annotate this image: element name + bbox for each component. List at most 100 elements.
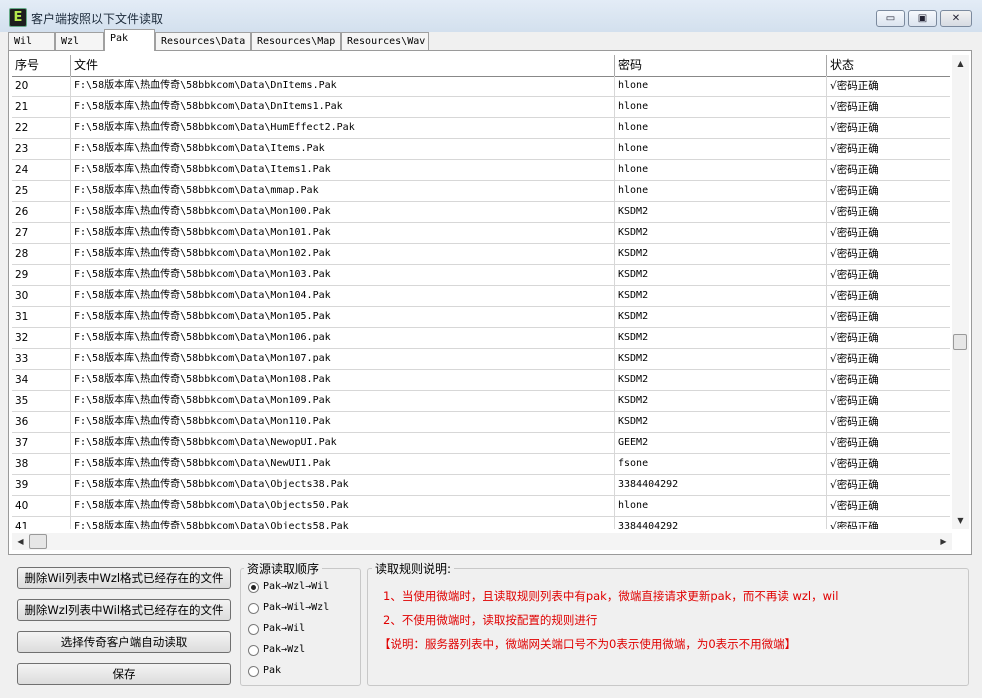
auto-read-client-button[interactable]: 选择传奇客户端自动读取 <box>17 631 231 653</box>
table-row[interactable]: 26 F:\58版本库\热血传奇\58bbkcom\Data\Mon100.Pak… <box>12 202 950 223</box>
cell-status: √密码正确 <box>830 143 879 155</box>
table-row[interactable]: 24 F:\58版本库\热血传奇\58bbkcom\Data\Items1.Pak… <box>12 160 950 181</box>
radio-circle-icon[interactable] <box>248 645 259 656</box>
table-row[interactable]: 21 F:\58版本库\热血传奇\58bbkcom\Data\DnItems1.P… <box>12 97 950 118</box>
cell-password: hlone <box>615 160 827 180</box>
table-row[interactable]: 37 F:\58版本库\热血传奇\58bbkcom\Data\NewopUI.Pa… <box>12 433 950 454</box>
table-row[interactable]: 32 F:\58版本库\热血传奇\58bbkcom\Data\Mon106.pak… <box>12 328 950 349</box>
table-row[interactable]: 27 F:\58版本库\热血传奇\58bbkcom\Data\Mon101.Pak… <box>12 223 950 244</box>
table-row[interactable]: 34 F:\58版本库\热血传奇\58bbkcom\Data\Mon108.Pak… <box>12 370 950 391</box>
tab-resources-map[interactable]: Resources\Map <box>251 32 341 50</box>
table-row[interactable]: 22 F:\58版本库\热血传奇\58bbkcom\Data\HumEffect2… <box>12 118 950 139</box>
cell-file: F:\58版本库\热血传奇\58bbkcom\Data\Mon104.Pak <box>71 286 615 306</box>
radio-circle-icon[interactable] <box>248 582 259 593</box>
cell-index: 20 <box>12 76 71 96</box>
cell-index: 35 <box>12 391 71 411</box>
cell-password: hlone <box>615 181 827 201</box>
cell-status: √密码正确 <box>830 374 879 386</box>
minimize-button[interactable]: ▭ <box>876 10 905 27</box>
horizontal-scroll-thumb[interactable] <box>29 534 47 549</box>
cell-status: √密码正确 <box>830 122 879 134</box>
cell-password: KSDM2 <box>615 202 827 222</box>
tab-resources-wav[interactable]: Resources\Wav <box>341 32 429 50</box>
cell-file: F:\58版本库\热血传奇\58bbkcom\Data\Items.Pak <box>71 139 615 159</box>
cell-status: √密码正确 <box>830 269 879 281</box>
scroll-down-icon[interactable]: ▼ <box>952 512 969 529</box>
cell-status: √密码正确 <box>830 227 879 239</box>
radio-circle-icon[interactable] <box>248 624 259 635</box>
col-header-status[interactable]: 状态 <box>827 55 950 76</box>
table-row[interactable]: 35 F:\58版本库\热血传奇\58bbkcom\Data\Mon109.Pak… <box>12 391 950 412</box>
cell-file: F:\58版本库\热血传奇\58bbkcom\Data\HumEffect2.P… <box>71 118 615 138</box>
tab-resources-data[interactable]: Resources\Data <box>155 32 251 50</box>
table-row[interactable]: 30 F:\58版本库\热血传奇\58bbkcom\Data\Mon104.Pak… <box>12 286 950 307</box>
vertical-scroll-thumb[interactable] <box>953 334 967 350</box>
rule-line-2: 2、不使用微端时，读取按配置的规则进行 <box>383 613 598 627</box>
cell-index: 40 <box>12 496 71 516</box>
col-header-password[interactable]: 密码 <box>615 55 827 76</box>
tab-wil[interactable]: Wil <box>8 32 55 50</box>
scroll-left-icon[interactable]: ◀ <box>12 533 29 550</box>
cell-status: √密码正确 <box>830 80 879 92</box>
table-row[interactable]: 20 F:\58版本库\热血传奇\58bbkcom\Data\DnItems.Pa… <box>12 76 950 97</box>
maximize-button[interactable]: ▣ <box>908 10 937 27</box>
cell-password: KSDM2 <box>615 307 827 327</box>
file-table[interactable]: 序号 文件 密码 状态 20 F:\58版本库\热血传奇\58bbkcom\Dat… <box>12 55 950 529</box>
close-button[interactable]: ✕ <box>940 10 972 27</box>
cell-password: hlone <box>615 76 827 96</box>
table-row[interactable]: 31 F:\58版本库\热血传奇\58bbkcom\Data\Mon105.Pak… <box>12 307 950 328</box>
table-row[interactable]: 36 F:\58版本库\热血传奇\58bbkcom\Data\Mon110.Pak… <box>12 412 950 433</box>
save-button[interactable]: 保存 <box>17 663 231 685</box>
delete-wzl-duplicates-button[interactable]: 删除Wzl列表中Wil格式已经存在的文件 <box>17 599 231 621</box>
cell-password: KSDM2 <box>615 244 827 264</box>
cell-password: 3384404292 <box>615 475 827 495</box>
table-row[interactable]: 25 F:\58版本库\热血传奇\58bbkcom\Data\mmap.Pak hl… <box>12 181 950 202</box>
table-row[interactable]: 29 F:\58版本库\热血传奇\58bbkcom\Data\Mon103.Pak… <box>12 265 950 286</box>
horizontal-scrollbar[interactable]: ◀ ▶ <box>12 533 952 550</box>
cell-status: √密码正确 <box>830 332 879 344</box>
tab-wzl[interactable]: Wzl <box>55 32 104 50</box>
cell-status: √密码正确 <box>830 395 879 407</box>
table-row[interactable]: 40 F:\58版本库\热血传奇\58bbkcom\Data\Objects50.… <box>12 496 950 517</box>
table-row[interactable]: 38 F:\58版本库\热血传奇\58bbkcom\Data\NewUI1.Pak… <box>12 454 950 475</box>
cell-status: √密码正确 <box>830 521 879 529</box>
cell-index: 28 <box>12 244 71 264</box>
radio-label: Pak→Wil→Wzl <box>263 602 330 613</box>
rule-line-1: 1、当使用微端时，且读取规则列表中有pak，微端直接请求更新pak，而不再读 w… <box>383 589 839 603</box>
cell-password: KSDM2 <box>615 412 827 432</box>
table-row[interactable]: 41 F:\58版本库\热血传奇\58bbkcom\Data\Objects58.… <box>12 517 950 529</box>
cell-password: KSDM2 <box>615 370 827 390</box>
table-row[interactable]: 39 F:\58版本库\热血传奇\58bbkcom\Data\Objects38.… <box>12 475 950 496</box>
cell-file: F:\58版本库\热血传奇\58bbkcom\Data\DnItems.Pak <box>71 76 615 96</box>
cell-index: 26 <box>12 202 71 222</box>
rule-note: 【说明：服务器列表中，微端网关端口号不为0表示使用微端，为0表示不用微端】 <box>379 637 797 651</box>
rules-title: 读取规则说明: <box>372 560 455 577</box>
cell-index: 38 <box>12 454 71 474</box>
table-row[interactable]: 23 F:\58版本库\热血传奇\58bbkcom\Data\Items.Pak h… <box>12 139 950 160</box>
tab-pak[interactable]: Pak <box>104 29 155 51</box>
table-row[interactable]: 33 F:\58版本库\热血传奇\58bbkcom\Data\Mon107.pak… <box>12 349 950 370</box>
cell-index: 39 <box>12 475 71 495</box>
radio-circle-icon[interactable] <box>248 666 259 677</box>
cell-index: 22 <box>12 118 71 138</box>
cell-file: F:\58版本库\热血传奇\58bbkcom\Data\NewopUI.Pak <box>71 433 615 453</box>
table-row[interactable]: 28 F:\58版本库\热血传奇\58bbkcom\Data\Mon102.Pak… <box>12 244 950 265</box>
scroll-up-icon[interactable]: ▲ <box>952 55 969 72</box>
col-header-file[interactable]: 文件 <box>71 55 615 76</box>
cell-status: √密码正确 <box>830 479 879 491</box>
scroll-right-icon[interactable]: ▶ <box>935 533 952 550</box>
cell-file: F:\58版本库\热血传奇\58bbkcom\Data\Mon108.Pak <box>71 370 615 390</box>
cell-file: F:\58版本库\热血传奇\58bbkcom\Data\Mon106.pak <box>71 328 615 348</box>
app-icon: E <box>9 8 27 27</box>
radio-circle-icon[interactable] <box>248 603 259 614</box>
vertical-scrollbar[interactable]: ▲ ▼ <box>952 55 969 529</box>
col-header-index[interactable]: 序号 <box>12 55 71 76</box>
cell-file: F:\58版本库\热血传奇\58bbkcom\Data\Items1.Pak <box>71 160 615 180</box>
cell-file: F:\58版本库\热血传奇\58bbkcom\Data\Mon103.Pak <box>71 265 615 285</box>
cell-status: √密码正确 <box>830 164 879 176</box>
radio-label: Pak <box>263 665 282 676</box>
cell-file: F:\58版本库\热血传奇\58bbkcom\Data\Mon100.Pak <box>71 202 615 222</box>
delete-wil-duplicates-button[interactable]: 删除Wil列表中Wzl格式已经存在的文件 <box>17 567 231 589</box>
cell-status: √密码正确 <box>830 290 879 302</box>
table-body: 20 F:\58版本库\热血传奇\58bbkcom\Data\DnItems.Pa… <box>12 76 950 529</box>
